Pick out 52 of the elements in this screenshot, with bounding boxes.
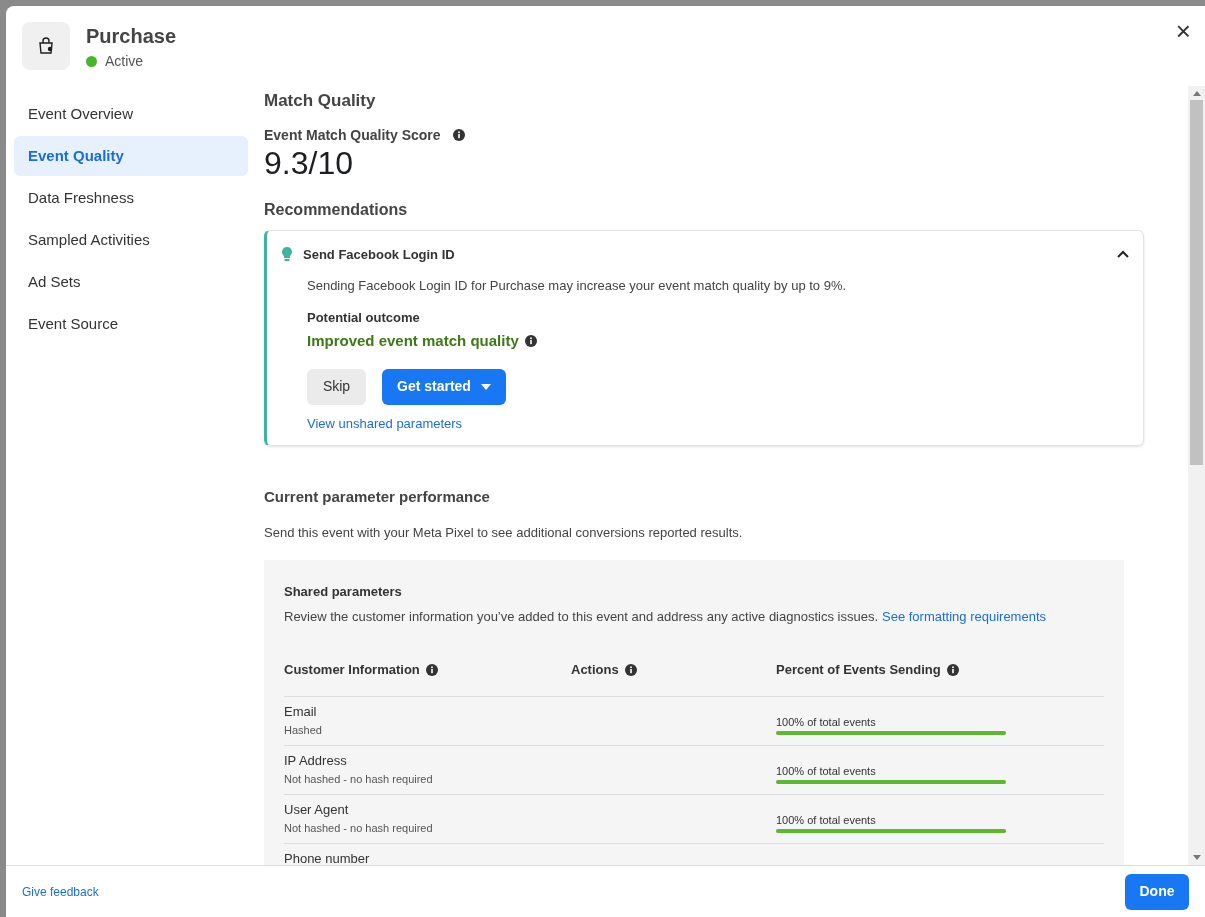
skip-button[interactable]: Skip	[307, 368, 366, 405]
sidebar-item[interactable]: Ad Sets	[14, 262, 248, 302]
info-icon[interactable]	[524, 335, 537, 348]
section-description: Send this event with your Meta Pixel to see additional conversions reported results.	[264, 523, 744, 542]
view-unshared-parameters-link[interactable]: View unshared parameters	[307, 413, 463, 433]
lightbulb-icon	[281, 246, 293, 263]
sidebar-item[interactable]: Data Freshness	[14, 178, 248, 218]
sidebar-item[interactable]: Event Quality	[14, 136, 248, 176]
info-icon[interactable]	[624, 663, 637, 676]
scrollbar[interactable]	[1188, 86, 1205, 865]
percent-text: 100% of total events	[776, 715, 877, 729]
caret-icon	[480, 383, 491, 390]
parameter-hash-status: Hashed	[284, 722, 323, 738]
percent-text: 100% of total events	[776, 764, 877, 778]
panel-description: Review the customer information you’ve added to this event and address any active diagnostics issues.	[284, 607, 878, 626]
status-label: Active	[105, 51, 144, 71]
close-button[interactable]: ×	[1175, 18, 1191, 44]
collapse-chevron-icon[interactable]	[1117, 250, 1129, 259]
scroll-down-icon[interactable]	[1192, 855, 1201, 861]
info-icon[interactable]	[452, 129, 465, 141]
formatting-requirements-link[interactable]: See formatting requirements	[882, 606, 1047, 626]
info-icon[interactable]	[946, 663, 959, 676]
parameter-hash-status: Not hashed - no hash required	[284, 771, 434, 787]
give-feedback-link[interactable]: Give feedback	[22, 882, 99, 901]
shopping-bag-icon	[37, 37, 55, 55]
recommendation-title: Send Facebook Login ID	[303, 245, 456, 264]
score-value: 9.3/10	[264, 145, 354, 180]
column-header: Actions	[571, 661, 619, 679]
done-button[interactable]: Done	[1125, 873, 1189, 910]
parameter-hash-status: Not hashed - no hash required	[284, 820, 434, 836]
sidebar-item[interactable]: Event Overview	[14, 94, 248, 134]
get-started-button[interactable]: Get started	[382, 368, 506, 405]
outcome-text: Improved event match quality	[307, 331, 519, 351]
event-title: Purchase	[86, 23, 177, 49]
section-heading: Recommendations	[264, 199, 409, 220]
parameter-name: IP Address	[284, 752, 348, 769]
info-icon[interactable]	[425, 663, 438, 676]
parameter-name: User Agent	[284, 801, 350, 818]
parameter-name: Phone number	[284, 850, 371, 865]
section-heading: Current parameter performance	[264, 487, 491, 507]
scroll-up-icon[interactable]	[1192, 90, 1201, 96]
column-header: Percent of Events Sending	[776, 661, 941, 679]
sidebar-item[interactable]: Event Source	[14, 304, 248, 344]
parameter-name: Email	[284, 703, 318, 720]
percent-text: 100% of total events	[776, 813, 877, 827]
outcome-label: Potential outcome	[307, 308, 421, 327]
sidebar-item[interactable]: Sampled Activities	[14, 220, 248, 260]
column-header: Customer Information	[284, 661, 420, 679]
recommendation-description: Sending Facebook Login ID for Purchase may increase your event match quality by up to 9%.	[307, 277, 848, 295]
section-heading: Match Quality	[264, 90, 377, 112]
panel-title: Shared parameters	[284, 583, 403, 601]
score-label: Event Match Quality Score	[264, 125, 441, 145]
